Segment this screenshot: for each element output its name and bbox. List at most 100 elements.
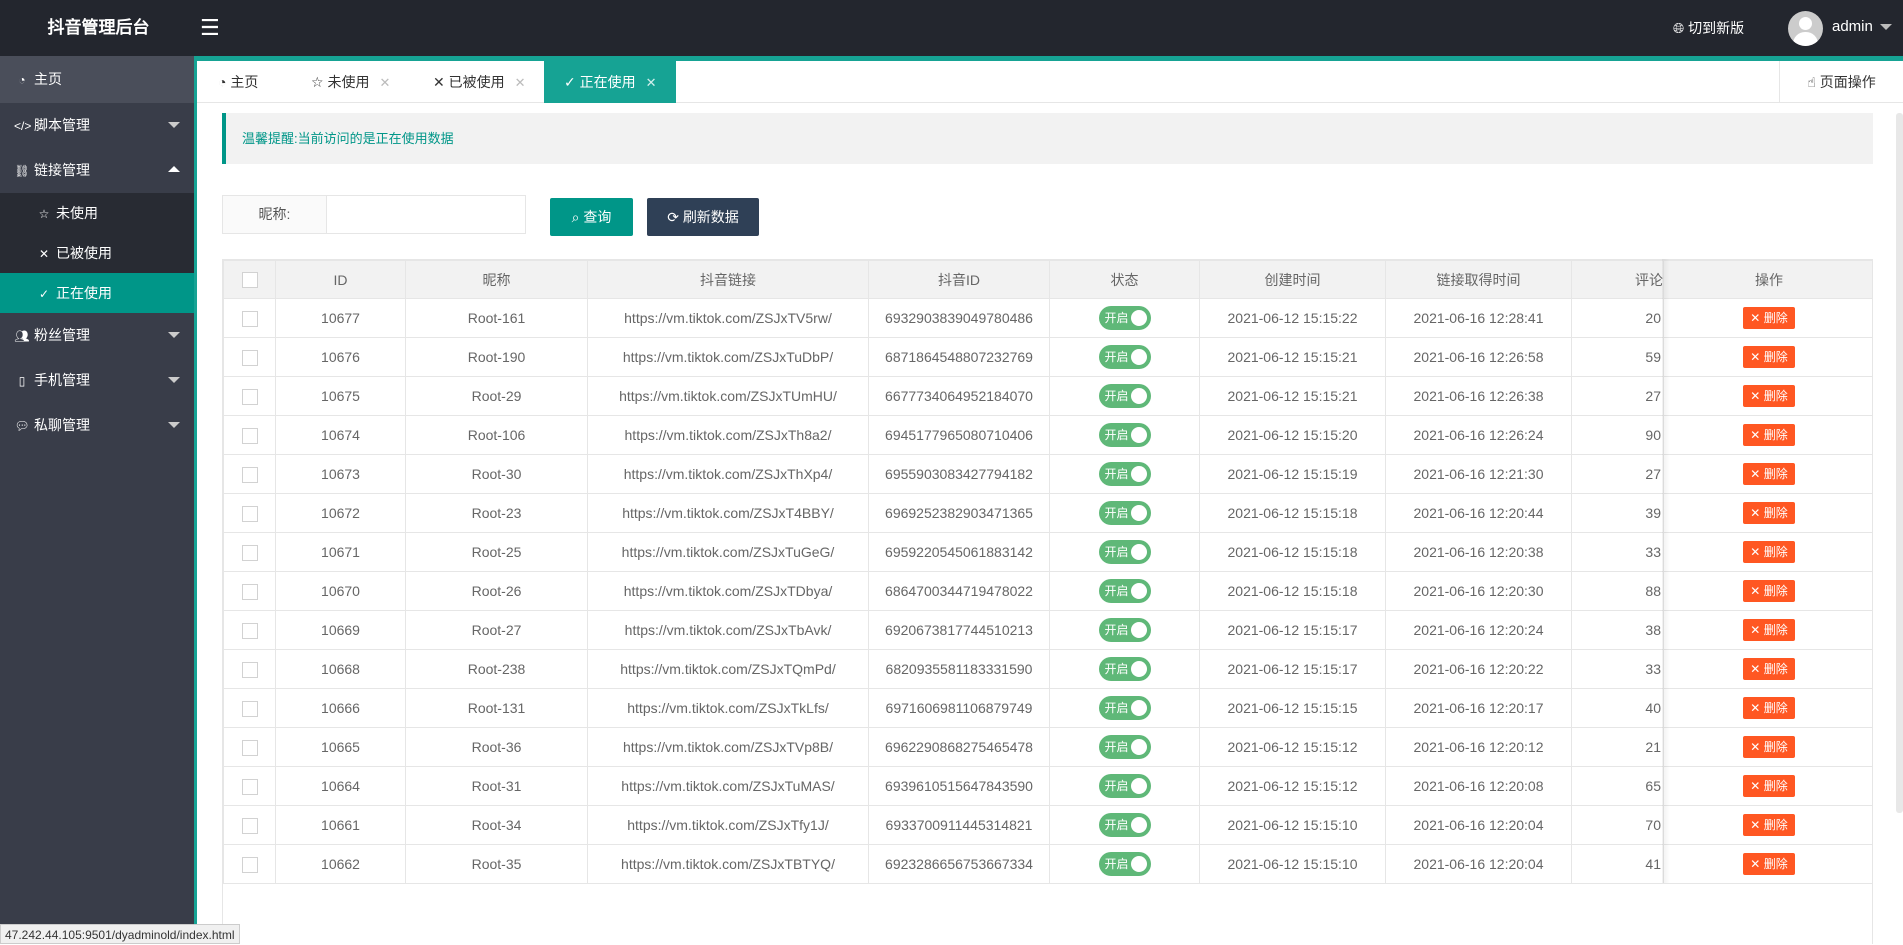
sidebar-item-link[interactable]: ⛓ 链接管理 [0, 148, 194, 193]
row-checkbox[interactable] [241, 856, 258, 873]
status-toggle[interactable]: 开启 [1098, 618, 1151, 642]
tab-used[interactable]: ✕ 已被使用 ✕ [413, 61, 544, 103]
status-toggle[interactable]: 开启 [1098, 501, 1151, 525]
delete-label: 删除 [1763, 701, 1788, 715]
delete-button[interactable]: ✕ 删除 [1743, 814, 1795, 836]
close-tab-icon[interactable]: ✕ [646, 75, 657, 90]
status-cell: 开启 [1049, 298, 1200, 338]
hamburger-icon[interactable]: ☰ [200, 15, 220, 41]
sidebar-item-in-use[interactable]: ✓ 正在使用 [0, 273, 194, 313]
sidebar-item-fans[interactable]: 👥︎ 粉丝管理 [0, 313, 194, 358]
sidebar-item-home[interactable]: ◔ 主页 [0, 56, 194, 103]
delete-button[interactable]: ✕ 删除 [1743, 619, 1795, 641]
chevron-down-icon[interactable] [1880, 24, 1892, 36]
sidebar-item-used[interactable]: ✕ 已被使用 [0, 233, 194, 273]
row-checkbox[interactable] [241, 427, 258, 444]
col-header[interactable]: 链接取得时间 [1385, 260, 1572, 299]
refresh-button[interactable]: ⟳ 刷新数据 [647, 198, 759, 236]
tab-bar: ◔ 主页 ☆ 未使用 ✕ ✕ 已被使用 ✕ ✓ 正在使用 ✕ ☝ 页面操作 [197, 61, 1903, 103]
caret-down-icon [168, 332, 180, 344]
chat-icon: 💬︎ [14, 419, 30, 433]
sidebar-item-unused[interactable]: ☆ 未使用 [0, 193, 194, 233]
status-toggle[interactable]: 开启 [1098, 423, 1151, 447]
nickname-input[interactable] [326, 195, 526, 234]
tab-label: 正在使用 [579, 74, 636, 90]
row-checkbox[interactable] [241, 700, 258, 717]
row-checkbox[interactable] [241, 583, 258, 600]
col-header[interactable]: 抖音ID [868, 260, 1050, 299]
select-all-checkbox[interactable] [241, 272, 258, 289]
row-checkbox[interactable] [241, 388, 258, 405]
delete-label: 删除 [1763, 662, 1788, 676]
col-header[interactable]: ID [275, 260, 406, 299]
delete-button[interactable]: ✕ 删除 [1743, 580, 1795, 602]
link-cell: https://vm.tiktok.com/ZSJxT4BBY/ [587, 493, 869, 533]
status-cell: 开启 [1049, 844, 1200, 884]
switch-new-version-link[interactable]: 🌐︎ 切到新版 [1673, 18, 1744, 38]
row-checkbox[interactable] [241, 739, 258, 756]
delete-button[interactable]: ✕ 删除 [1743, 307, 1795, 329]
comment-cell: 59 [1571, 337, 1664, 377]
status-toggle[interactable]: 开启 [1098, 540, 1151, 564]
table-row: 10662 Root-35 https://vm.tiktok.com/ZSJxTB… [223, 844, 1872, 884]
delete-button[interactable]: ✕ 删除 [1743, 775, 1795, 797]
tab-in-use[interactable]: ✓ 正在使用 ✕ [544, 61, 676, 103]
link-cell: https://vm.tiktok.com/ZSJxTuMAS/ [587, 766, 869, 806]
col-header[interactable]: 状态 [1049, 260, 1200, 299]
status-toggle[interactable]: 开启 [1098, 735, 1151, 759]
row-checkbox[interactable] [241, 661, 258, 678]
col-header[interactable]: 昵称 [405, 260, 588, 299]
select-cell [223, 688, 276, 728]
tab-unused[interactable]: ☆ 未使用 ✕ [291, 61, 413, 103]
status-toggle[interactable]: 开启 [1098, 813, 1151, 837]
username[interactable]: admin [1832, 18, 1873, 35]
sidebar-item-script[interactable]: </> 脚本管理 [0, 103, 194, 148]
delete-button[interactable]: ✕ 删除 [1743, 736, 1795, 758]
status-toggle[interactable]: 开启 [1098, 345, 1151, 369]
delete-button[interactable]: ✕ 删除 [1743, 463, 1795, 485]
sidebar-item-dm[interactable]: 💬︎ 私聊管理 [0, 403, 194, 448]
delete-button[interactable]: ✕ 删除 [1743, 502, 1795, 524]
status-toggle[interactable]: 开启 [1098, 696, 1151, 720]
status-toggle[interactable]: 开启 [1098, 774, 1151, 798]
delete-button[interactable]: ✕ 删除 [1743, 697, 1795, 719]
row-checkbox[interactable] [241, 817, 258, 834]
row-checkbox[interactable] [241, 466, 258, 483]
nickname-cell: Root-35 [405, 844, 588, 884]
status-toggle[interactable]: 开启 [1098, 462, 1151, 486]
avatar[interactable] [1788, 11, 1823, 46]
table-row: 10671 Root-25 https://vm.tiktok.com/ZSJxTu… [223, 532, 1872, 572]
row-checkbox[interactable] [241, 505, 258, 522]
tab-home[interactable]: ◔ 主页 [198, 61, 291, 103]
close-tab-icon[interactable]: ✕ [379, 75, 390, 90]
delete-button[interactable]: ✕ 删除 [1743, 385, 1795, 407]
col-header[interactable]: 评论 [1571, 260, 1664, 299]
row-checkbox[interactable] [241, 622, 258, 639]
delete-button[interactable]: ✕ 删除 [1743, 541, 1795, 563]
col-header[interactable]: 抖音链接 [587, 260, 869, 299]
status-toggle[interactable]: 开启 [1098, 579, 1151, 603]
close-icon: ✕ [1750, 428, 1764, 442]
close-tab-icon[interactable]: ✕ [515, 75, 526, 90]
delete-button[interactable]: ✕ 删除 [1743, 424, 1795, 446]
fetched-time-cell: 2021-06-16 12:20:08 [1385, 766, 1572, 806]
query-button[interactable]: ⌕ 查询 [550, 198, 633, 236]
status-toggle[interactable]: 开启 [1098, 384, 1151, 408]
delete-button[interactable]: ✕ 删除 [1743, 853, 1795, 875]
page-operations-button[interactable]: ☝ 页面操作 [1779, 61, 1903, 103]
sidebar-item-phone[interactable]: ▯ 手机管理 [0, 358, 194, 403]
status-toggle[interactable]: 开启 [1098, 657, 1151, 681]
col-header[interactable]: 创建时间 [1199, 260, 1386, 299]
row-checkbox[interactable] [241, 544, 258, 561]
status-toggle[interactable]: 开启 [1098, 306, 1151, 330]
douyin-id-cell: 6932903839049780486 [868, 298, 1050, 338]
douyin-id-cell: 6939610515647843590 [868, 766, 1050, 806]
row-checkbox[interactable] [241, 310, 258, 327]
vertical-scrollbar[interactable] [1896, 113, 1903, 813]
row-checkbox[interactable] [241, 778, 258, 795]
row-checkbox[interactable] [241, 349, 258, 366]
status-toggle[interactable]: 开启 [1098, 852, 1151, 876]
delete-button[interactable]: ✕ 删除 [1743, 658, 1795, 680]
delete-button[interactable]: ✕ 删除 [1743, 346, 1795, 368]
nickname-cell: Root-106 [405, 415, 588, 455]
